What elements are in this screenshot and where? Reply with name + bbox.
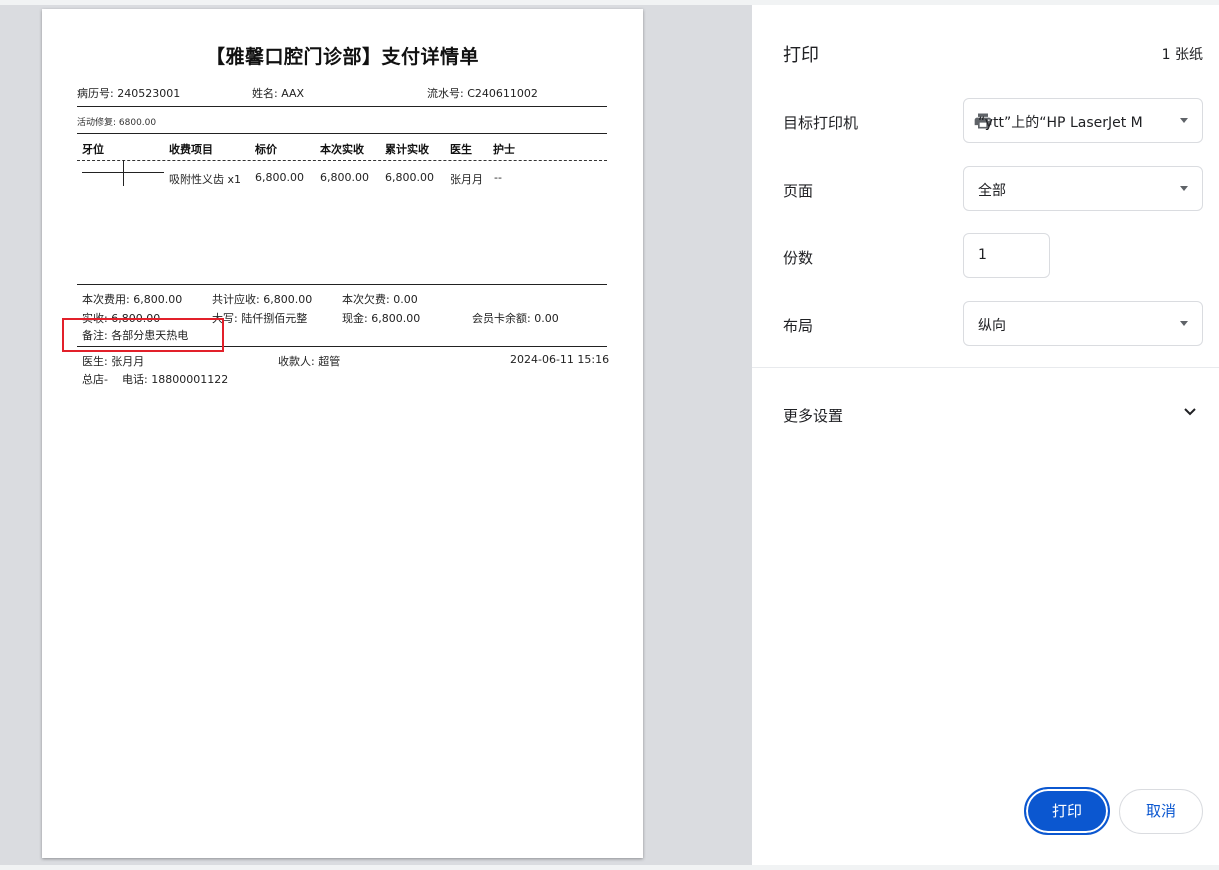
chevron-down-icon[interactable] [1183, 407, 1197, 417]
row-price: 6,800.00 [255, 171, 304, 184]
col-header-tooth: 牙位 [82, 143, 104, 156]
row-nurse: -- [494, 171, 502, 184]
row-total-paid: 6,800.00 [385, 171, 434, 184]
activity-line: 活动修复: 6800.00 [77, 118, 157, 128]
patient-name: 姓名: AAX [252, 87, 305, 100]
col-header-nurse: 护士 [493, 143, 515, 156]
footer-doctor: 医生: 张月月 [82, 355, 145, 368]
amount-uppercase: 大写: 陆仟捌佰元整 [212, 312, 308, 325]
copies-value: 1 [978, 247, 987, 263]
pages-select[interactable]: 全部 [963, 166, 1203, 211]
pages-label: 页面 [783, 182, 814, 200]
col-header-total-paid: 累计实收 [385, 143, 429, 156]
copies-input[interactable]: 1 [963, 233, 1050, 278]
divider [77, 284, 607, 285]
printer-label: 目标打印机 [783, 114, 859, 132]
layout-select[interactable]: 纵向 [963, 301, 1203, 346]
cancel-button[interactable]: 取消 [1119, 789, 1203, 834]
dropdown-arrow-icon [1180, 186, 1188, 191]
divider [77, 106, 607, 107]
serial-number: 流水号: C240611002 [427, 87, 538, 100]
current-debt: 本次欠费: 0.00 [342, 293, 418, 306]
print-preview-area[interactable]: 【雅馨口腔门诊部】支付详情单 病历号: 240523001 姓名: AAX 流水… [0, 5, 752, 865]
print-settings-panel: 打印 1 张纸 目标打印机 “ytt”上的“HP LaserJet M 页面 全… [752, 5, 1219, 865]
row-doctor: 张月月 [450, 173, 483, 186]
col-header-doctor: 医生 [450, 143, 472, 156]
copies-label: 份数 [783, 249, 814, 267]
receipt-title: 【雅馨口腔门诊部】支付详情单 [205, 46, 479, 68]
total-due: 共计应收: 6,800.00 [212, 293, 313, 306]
current-fee: 本次费用: 6,800.00 [82, 293, 183, 306]
dropdown-arrow-icon [1180, 321, 1188, 326]
footer-branch: 总店- [82, 373, 108, 386]
bottom-border [0, 865, 1219, 870]
divider [77, 133, 607, 134]
record-number: 病历号: 240523001 [77, 87, 181, 100]
sheet-count: 1 张纸 [1161, 47, 1203, 63]
footer-cashier: 收款人: 超管 [278, 355, 341, 368]
footer-phone: 电话: 18800001122 [122, 373, 229, 386]
col-header-price: 标价 [255, 143, 277, 156]
cash-amount: 现金: 6,800.00 [342, 312, 421, 325]
row-item: 吸附性义齿 x1 [169, 173, 242, 186]
printer-value: “ytt”上的“HP LaserJet M [978, 115, 1143, 131]
separator [752, 367, 1219, 368]
member-balance: 会员卡余额: 0.00 [472, 312, 559, 325]
preview-page: 【雅馨口腔门诊部】支付详情单 病历号: 240523001 姓名: AAX 流水… [42, 9, 643, 858]
tooth-chart-vertical [123, 160, 124, 186]
row-paid: 6,800.00 [320, 171, 369, 184]
footer-datetime: 2024-06-11 15:16 [510, 353, 610, 366]
more-settings-toggle[interactable]: 更多设置 [783, 405, 843, 426]
dropdown-arrow-icon [1180, 118, 1188, 123]
dialog-title: 打印 [783, 45, 819, 66]
layout-label: 布局 [783, 317, 814, 335]
printer-select[interactable]: “ytt”上的“HP LaserJet M [963, 98, 1203, 143]
annotation-highlight-box [62, 318, 224, 352]
pages-value: 全部 [978, 183, 1006, 199]
layout-value: 纵向 [978, 318, 1006, 334]
col-header-paid: 本次实收 [320, 143, 364, 156]
dashed-divider [77, 160, 607, 161]
col-header-item: 收费项目 [169, 143, 213, 156]
print-button[interactable]: 打印 [1024, 787, 1110, 835]
